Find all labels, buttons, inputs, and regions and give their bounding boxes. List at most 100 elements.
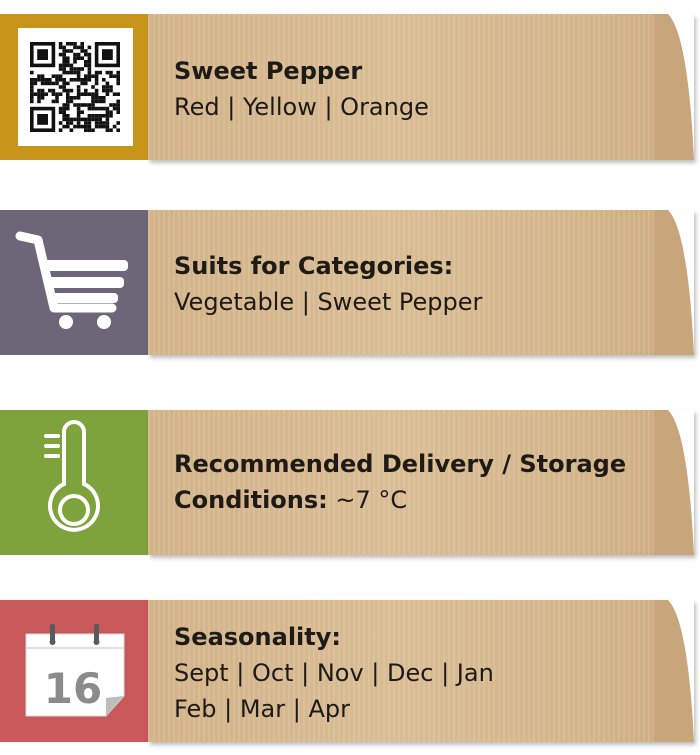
qr-module <box>116 92 120 96</box>
calendar-day: 16 <box>44 664 102 713</box>
qr-module <box>66 103 70 107</box>
qr-module <box>84 52 88 57</box>
qr-module <box>94 92 99 96</box>
qr-module <box>109 114 113 118</box>
calendar-tile: 16 <box>0 600 148 742</box>
qr-module <box>69 96 74 100</box>
qr-module <box>73 117 77 122</box>
qr-module <box>76 121 81 125</box>
qr-module <box>102 99 106 104</box>
qr-module <box>80 67 84 71</box>
qr-module <box>30 78 34 82</box>
qr-module <box>30 96 34 100</box>
qr-module <box>55 81 59 86</box>
qr-module <box>98 121 102 125</box>
qr-module <box>73 124 77 129</box>
qr-module <box>66 121 70 125</box>
qr-module <box>102 121 106 125</box>
qr-code-icon[interactable] <box>18 28 133 146</box>
qr-module <box>87 70 92 75</box>
cart-tile <box>0 210 148 355</box>
qr-module <box>76 56 81 60</box>
qr-module <box>73 45 77 50</box>
thermometer-icon <box>44 420 100 532</box>
page-curl <box>654 410 694 555</box>
qr-module <box>116 78 120 82</box>
shopping-cart-icon <box>15 231 128 329</box>
qr-module <box>66 96 70 100</box>
card-text: Seasonality: Sept | Oct | Nov | Dec | Ja… <box>174 619 640 727</box>
qr-module <box>84 92 88 96</box>
thermometer-tile <box>0 410 148 555</box>
qr-module <box>116 103 120 107</box>
qr-module <box>62 56 66 60</box>
qr-module <box>94 114 99 118</box>
qr-module <box>84 60 88 64</box>
qr-module <box>116 106 120 111</box>
qr-module <box>112 103 117 107</box>
seasonality-months-1: Sept | Oct | Nov | Dec | Jan <box>174 659 494 687</box>
qr-module <box>98 114 102 118</box>
qr-module <box>98 106 102 111</box>
qr-module <box>30 99 34 104</box>
qr-module <box>87 114 92 118</box>
qr-module <box>58 45 63 50</box>
qr-module <box>62 81 66 86</box>
qr-module <box>102 106 106 111</box>
qr-module <box>80 124 84 129</box>
qr-module <box>91 74 95 78</box>
qr-module <box>109 88 113 93</box>
card-text: Sweet Pepper Red | Yellow | Orange <box>174 53 640 125</box>
qr-module <box>91 99 95 104</box>
qr-module <box>112 106 117 111</box>
qr-module <box>87 128 92 132</box>
qr-module <box>105 128 110 132</box>
qr-module <box>80 42 84 46</box>
qr-module <box>73 60 77 64</box>
qr-module <box>69 70 74 75</box>
qr-module <box>102 114 106 118</box>
qr-module <box>102 88 106 93</box>
qr-module <box>66 99 70 104</box>
qr-module <box>51 74 56 78</box>
qr-module <box>109 85 113 89</box>
qr-module <box>62 88 66 93</box>
qr-module <box>76 114 81 118</box>
qr-module <box>87 103 92 107</box>
qr-module <box>58 63 63 68</box>
qr-module <box>66 49 70 53</box>
qr-module <box>58 106 63 111</box>
seasonality-card: 16 Seasonality: Sept | Oct | Nov | Dec |… <box>0 600 700 742</box>
qr-module <box>66 92 70 96</box>
qr-module <box>69 117 74 122</box>
qr-module <box>69 63 74 68</box>
qr-module <box>58 42 63 46</box>
qr-module <box>76 67 81 71</box>
qr-module <box>87 106 92 111</box>
categories-title: Suits for Categories: <box>174 252 454 280</box>
storage-value: ~7 °C <box>335 486 408 514</box>
qr-module <box>116 74 120 78</box>
qr-module <box>40 92 45 96</box>
qr-module <box>66 81 70 86</box>
qr-module <box>40 81 45 86</box>
qr-module <box>55 78 59 82</box>
qr-module <box>37 74 41 78</box>
qr-module <box>87 117 92 122</box>
qr-module <box>73 78 77 82</box>
qr-module <box>105 121 110 125</box>
qr-module <box>105 110 110 114</box>
qr-module <box>37 96 41 100</box>
qr-module <box>98 99 102 104</box>
storage-label: Conditions: <box>174 486 328 514</box>
qr-module <box>66 56 70 60</box>
qr-module <box>94 124 99 129</box>
qr-module <box>66 106 70 111</box>
qr-module <box>73 70 77 75</box>
qr-module <box>62 117 66 122</box>
qr-module <box>87 124 92 129</box>
qr-module <box>80 45 84 50</box>
qr-module <box>37 99 41 104</box>
qr-module <box>76 78 81 82</box>
qr-module <box>76 110 81 114</box>
